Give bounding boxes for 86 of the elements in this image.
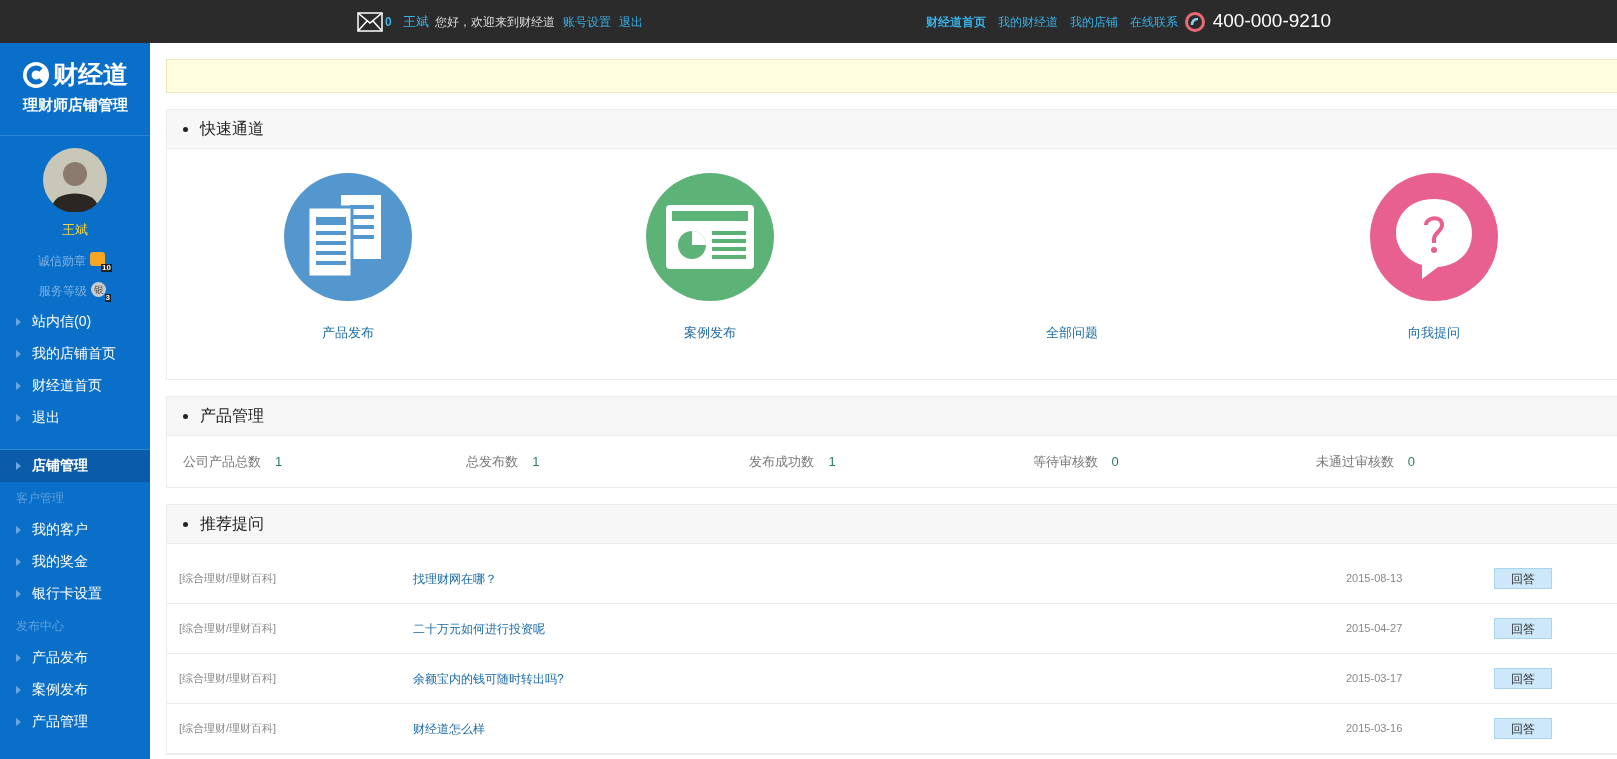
question-date: 2015-03-16 [1346, 721, 1404, 737]
question-link[interactable]: 二十万元如何进行投资呢 [413, 619, 1346, 638]
top-link[interactable]: 账号设置 [562, 12, 611, 31]
stat-value: 0 [1111, 452, 1119, 471]
badge-count: 3 [104, 293, 111, 302]
menu-group-label: 客户管理 [15, 489, 65, 507]
sidebar-menu-item[interactable]: 案例发布 [0, 673, 150, 706]
stat-value: 1 [828, 452, 836, 471]
phone-number: 400-000-9210 [1212, 9, 1331, 34]
bullet-icon [183, 126, 188, 132]
stat-value: 0 [1407, 452, 1416, 471]
panel-title: 产品管理 [200, 406, 264, 426]
avatar [43, 148, 107, 212]
answer-button[interactable]: 回答 [1494, 668, 1552, 689]
sidebar-menu-item[interactable]: 产品发布 [0, 641, 150, 674]
user-link[interactable]: 王斌 [402, 11, 429, 32]
sidebar-menu-item[interactable]: 我的客户 [0, 513, 150, 546]
question-bubble-icon [1370, 173, 1498, 301]
badge-label: 诚信勋章 [38, 252, 86, 270]
question-date: 2015-03-17 [1346, 671, 1404, 687]
bullet-icon [183, 521, 188, 527]
stat-label: 未通过审核数 [1315, 452, 1394, 471]
caret-icon [16, 461, 21, 470]
stat-label: 发布成功数 [749, 452, 815, 471]
nav-link[interactable]: 财经道首页 [925, 12, 986, 31]
menu-group-label: 发布中心 [15, 617, 65, 635]
nav-link[interactable]: 我的财经道 [997, 12, 1058, 31]
quick-link[interactable]: 案例发布 [684, 323, 736, 343]
mail-count: 0 [385, 13, 392, 31]
stat-label: 公司产品总数 [183, 452, 261, 471]
caret-icon [16, 589, 21, 598]
sidebar-menu-item[interactable]: 产品管理 [0, 705, 150, 738]
question-date: 2015-08-13 [1346, 571, 1404, 587]
sidebar-menu-item[interactable]: 我的奖金 [0, 545, 150, 578]
answer-button[interactable]: 回答 [1494, 618, 1552, 639]
question-category: [综合理财/理财百科] [179, 721, 278, 737]
question-link[interactable]: 余额宝内的钱可随时转出吗? [413, 669, 1346, 688]
sidebar-menu-item[interactable]: 银行卡设置 [0, 577, 150, 610]
sidebar-link[interactable]: 我的店铺首页 [0, 337, 150, 370]
answer-button[interactable]: 回答 [1494, 718, 1552, 739]
stat-value: 1 [275, 452, 283, 471]
sidebar-link[interactable]: 站内信(0) [0, 305, 150, 338]
question-link[interactable]: 找理财网在哪？ [413, 569, 1346, 588]
caret-icon [16, 717, 21, 726]
greeting-text: 您好，欢迎来到财经道 [434, 13, 555, 31]
nav-link[interactable]: 我的店铺 [1069, 12, 1118, 31]
quick-link[interactable]: 向我提问 [1408, 323, 1460, 343]
logo-icon [22, 61, 49, 88]
quick-link[interactable]: 产品发布 [322, 323, 374, 343]
caret-icon [16, 349, 21, 358]
panel-title: 快速通道 [200, 119, 264, 139]
mail-icon[interactable] [357, 11, 383, 32]
sidebar-link[interactable]: 退出 [0, 401, 150, 434]
report-icon [646, 173, 774, 301]
caret-icon [16, 317, 21, 326]
stat-label: 总发布数 [466, 452, 519, 471]
panel-title: 推荐提问 [200, 514, 264, 534]
user-name: 王斌 [62, 221, 88, 239]
logo-subtitle: 理财师店铺管理 [22, 94, 128, 115]
question-category: [综合理财/理财百科] [179, 621, 278, 637]
badge-glyph: 银 [91, 281, 106, 297]
caret-icon [16, 653, 21, 662]
stat-label: 等待审核数 [1032, 452, 1098, 471]
nav-link[interactable]: 在线联系 [1129, 12, 1178, 31]
caret-icon [16, 413, 21, 422]
medal-icon [90, 251, 105, 266]
sidebar-menu-item[interactable]: 店铺管理 [0, 449, 150, 482]
question-link[interactable]: 财经道怎么样 [413, 719, 1346, 738]
logo-text: 财经道 [52, 62, 128, 88]
bullet-icon [183, 413, 188, 419]
stat-value: 1 [532, 452, 540, 471]
question-category: [综合理财/理财百科] [179, 671, 278, 687]
sidebar-link[interactable]: 财经道首页 [0, 369, 150, 402]
quick-link[interactable]: 全部问题 [1046, 323, 1098, 343]
top-link[interactable]: 退出 [618, 12, 643, 31]
caret-icon [16, 381, 21, 390]
badge-label: 服务等级 [39, 282, 87, 300]
caret-icon [16, 525, 21, 534]
caret-icon [16, 685, 21, 694]
documents-icon [284, 173, 412, 301]
question-date: 2015-04-27 [1346, 621, 1404, 637]
phone-icon [1184, 11, 1205, 32]
question-category: [综合理财/理财百科] [179, 571, 278, 587]
badge-count: 10 [101, 263, 112, 272]
answer-button[interactable]: 回答 [1494, 568, 1552, 589]
caret-icon [16, 557, 21, 566]
